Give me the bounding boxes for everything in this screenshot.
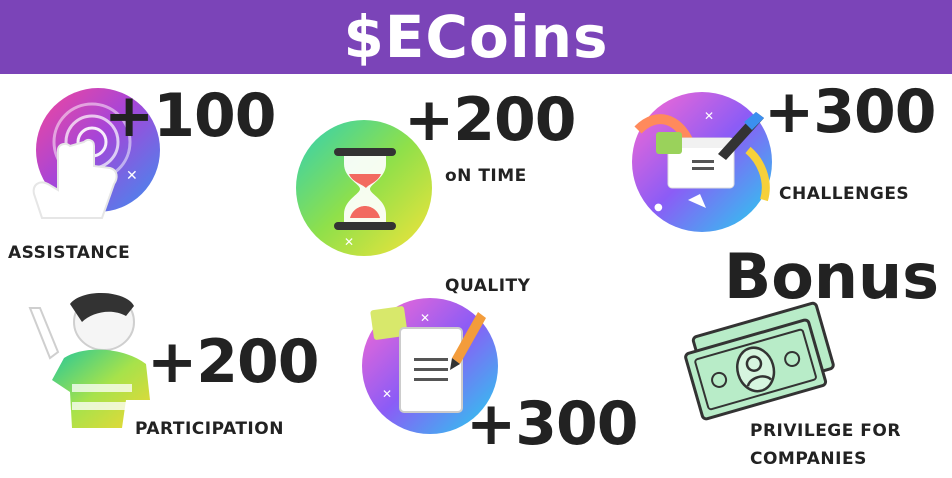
waving-person-icon — [28, 292, 150, 428]
page-title: $ECoins — [343, 3, 609, 71]
dollar-bills-icon — [684, 301, 835, 421]
quality-label: QUALITY — [445, 276, 531, 296]
on-time-points: +200 — [404, 85, 577, 155]
bonus-label-line1: PRIVILEGE FOR — [750, 421, 901, 441]
assistance-label: ASSISTANCE — [8, 243, 131, 263]
challenges-points: +300 — [764, 77, 937, 147]
header-bar: $ECoins — [0, 0, 952, 74]
svg-text:●: ● — [654, 202, 663, 213]
svg-text:✕: ✕ — [382, 387, 392, 401]
participation-label: PARTICIPATION — [135, 419, 284, 439]
on-time-label: oN TIME — [445, 166, 527, 186]
svg-text:✕: ✕ — [420, 311, 430, 325]
browser-window-pen-icon: ✕ ● — [632, 92, 772, 232]
svg-text:✕: ✕ — [704, 109, 714, 123]
svg-text:✕: ✕ — [126, 168, 138, 184]
svg-text:✕: ✕ — [344, 235, 354, 249]
quality-points: +300 — [466, 389, 639, 459]
challenges-label: CHALLENGES — [779, 184, 910, 204]
participation-points: +200 — [147, 327, 320, 397]
bonus-label-line2: COMPANIES — [750, 449, 867, 469]
assistance-points: +100 — [104, 81, 277, 151]
bonus-title: Bonus — [724, 240, 940, 313]
